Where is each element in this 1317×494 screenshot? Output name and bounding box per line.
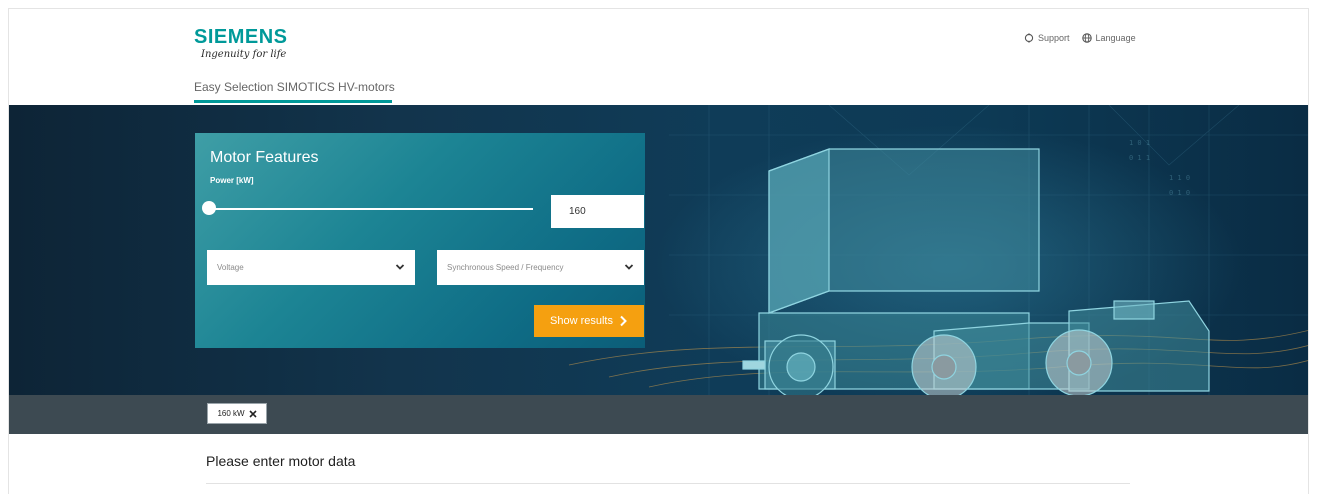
active-filters-bar: 160 kW [9, 395, 1308, 434]
chevron-down-icon [395, 264, 405, 270]
logo-tagline: Ingenuity for life [201, 49, 287, 60]
logo-wordmark: SIEMENS [194, 26, 288, 48]
globe-icon [1081, 33, 1092, 43]
header-links: Support Language [1024, 33, 1136, 43]
tab-easy-selection[interactable]: Easy Selection SIMOTICS HV-motors [194, 80, 395, 94]
power-input[interactable] [551, 195, 644, 228]
divider [206, 483, 1130, 484]
panel-title: Motor Features [210, 149, 319, 166]
siemens-logo[interactable]: SIEMENS Ingenuity for life [194, 27, 288, 60]
power-label: Power [kW] [210, 176, 254, 185]
language-label: Language [1095, 33, 1136, 43]
support-link[interactable]: Support [1024, 33, 1070, 43]
app-window: SIEMENS Ingenuity for life Support Langu… [8, 8, 1309, 494]
power-slider-handle[interactable] [202, 201, 216, 215]
power-slider-track[interactable] [210, 208, 533, 210]
support-icon [1024, 33, 1034, 43]
speed-frequency-select[interactable]: Synchronous Speed / Frequency [437, 250, 644, 285]
voltage-select-placeholder: Voltage [217, 263, 244, 272]
filter-chip-label: 160 kW [217, 409, 245, 418]
show-results-button[interactable]: Show results [534, 305, 644, 337]
hero-banner: 1 0 1 0 1 1 1 1 0 0 1 0 Motor Features P… [9, 105, 1308, 395]
support-label: Support [1038, 33, 1070, 43]
chevron-down-icon [624, 264, 634, 270]
chevron-right-icon [620, 315, 627, 327]
active-tab-indicator [194, 100, 392, 103]
language-link[interactable]: Language [1081, 33, 1136, 43]
empty-state-message: Please enter motor data [206, 453, 356, 469]
show-results-label: Show results [550, 315, 613, 327]
site-header: SIEMENS Ingenuity for life Support Langu… [9, 9, 1308, 105]
speed-select-placeholder: Synchronous Speed / Frequency [447, 263, 564, 272]
voltage-select[interactable]: Voltage [207, 250, 415, 285]
close-icon[interactable] [248, 409, 257, 418]
motor-features-panel: Motor Features Power [kW] Voltage Synchr… [195, 133, 645, 348]
motor-illustration-image [742, 148, 1210, 395]
filter-chip-power[interactable]: 160 kW [207, 403, 267, 424]
